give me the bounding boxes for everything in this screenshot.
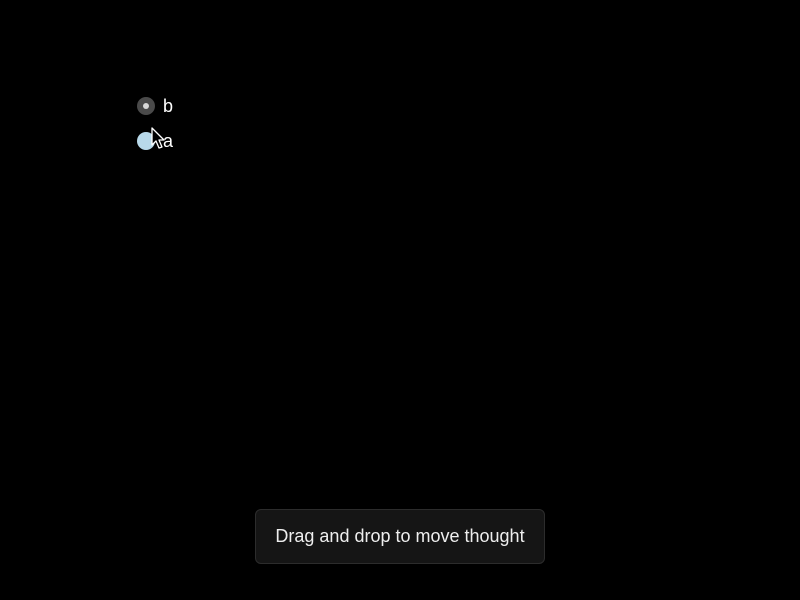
bullet-dragging-indicator: [137, 132, 155, 150]
thought-canvas: b a Drag and drop to move thought: [0, 0, 800, 600]
thought-item-a[interactable]: a: [136, 130, 173, 152]
bullet-icon[interactable]: [136, 131, 156, 151]
thought-item-b[interactable]: b: [136, 95, 173, 117]
bullet-dot: [143, 103, 149, 109]
bullet-icon[interactable]: [136, 96, 156, 116]
thought-text[interactable]: a: [163, 130, 173, 152]
drag-hint-toast: Drag and drop to move thought: [255, 509, 545, 564]
toast-message: Drag and drop to move thought: [275, 526, 525, 546]
thought-text[interactable]: b: [163, 95, 173, 117]
bullet-ring: [137, 97, 155, 115]
